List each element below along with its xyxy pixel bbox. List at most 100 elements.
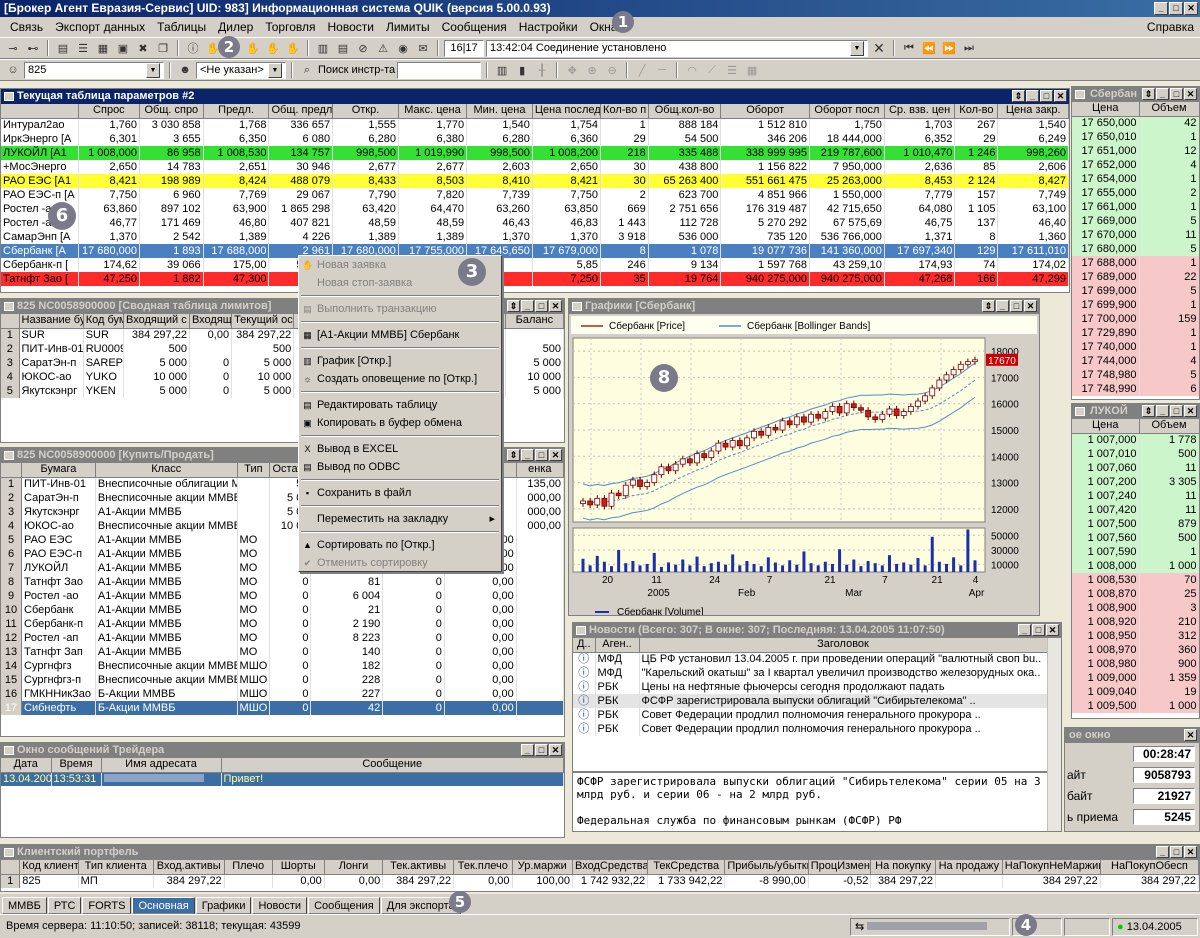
portfolio-col-header[interactable]: Ур.маржи xyxy=(512,860,574,875)
params-row[interactable]: Сбербанк-п [174,6239 066175,0059 2495,85… xyxy=(1,258,1069,272)
params-col-header[interactable]: Ср. взв. цен xyxy=(884,104,956,119)
portfolio-col-header[interactable]: ВходСредства xyxy=(572,860,649,875)
col-time[interactable]: Время xyxy=(51,758,102,773)
menu-tables[interactable]: Таблицы xyxy=(151,20,212,34)
params-col-header[interactable]: Цена закр. xyxy=(997,104,1069,119)
close-icon[interactable]: ✕ xyxy=(1024,300,1037,312)
buysell-row[interactable]: 11 Сбербанк-п А1-Акции ММВБ МО 0 2 190 0 0,00 xyxy=(1,617,564,631)
bid-row[interactable]: 17 650,010 1 xyxy=(1072,130,1199,144)
close-icon[interactable]: ✕ xyxy=(1184,729,1197,741)
close-icon[interactable]: ✕ xyxy=(549,744,562,756)
copy-icon[interactable]: ❐ xyxy=(154,40,172,56)
params-row[interactable]: Ростел -ап 46,77 171 469 46,80 407 821 48,59 4… xyxy=(1,216,1069,230)
context-menu-item[interactable]: ☼ Создать оповещение по [Откр.] xyxy=(299,370,501,388)
limits-col-header[interactable]: Код бум xyxy=(83,314,124,329)
next-icon[interactable]: ⏩ xyxy=(940,40,958,56)
chevron-down-icon[interactable]: ▼ xyxy=(146,62,160,78)
database-icon[interactable]: ◉ xyxy=(394,40,412,56)
portfolio-col-header[interactable]: Вход.активы xyxy=(153,860,225,875)
client-combo[interactable]: <Не указан> ▼ xyxy=(196,61,286,79)
connection-status[interactable]: 13:42:04 Соединение установлено ▼ xyxy=(486,39,868,57)
portfolio-col-header[interactable]: Лонги xyxy=(324,860,384,875)
news-row[interactable]: ⓘ РБК ФСФР зарегистрировала выпуски облига… xyxy=(573,694,1048,708)
params-col-header[interactable]: Мин. цена xyxy=(466,104,533,119)
maximize-icon[interactable]: □ xyxy=(1010,300,1023,312)
tab[interactable]: Новости xyxy=(252,897,308,914)
menu-news[interactable]: Новости xyxy=(322,20,380,34)
ask-row[interactable]: 1 009,040 19 xyxy=(1072,685,1199,699)
maximize-button[interactable]: □ xyxy=(1169,2,1183,15)
bid-row[interactable]: 17 680,000 5 xyxy=(1072,242,1199,256)
hand-stop-icon[interactable]: ✋ xyxy=(264,40,282,56)
news-col-header[interactable]: Д.. xyxy=(573,638,596,653)
maximize-icon[interactable]: □ xyxy=(1170,846,1183,858)
zoom-out-icon[interactable]: ⊖ xyxy=(603,62,621,78)
buysell-col-header[interactable] xyxy=(1,463,23,478)
orders-icon[interactable]: ▣ xyxy=(114,40,132,56)
portfolio-col-header[interactable]: НаПокупНеМаржин xyxy=(1002,860,1101,875)
bid-row[interactable]: 17 655,000 2 xyxy=(1072,186,1199,200)
ask-row[interactable]: 17 748,980 5 xyxy=(1072,368,1199,382)
portfolio-icon[interactable]: ▥ xyxy=(314,40,332,56)
hand-sell-icon[interactable]: ✋ xyxy=(244,40,262,56)
maximize-icon[interactable]: □ xyxy=(1032,624,1045,636)
chevron-down-icon[interactable]: ▼ xyxy=(850,40,864,56)
ask-row[interactable]: 1 008,900 3 xyxy=(1072,601,1199,615)
ask-row[interactable]: 1 008,980 900 xyxy=(1072,657,1199,671)
params-row[interactable]: Ростел -ао 63,860 897 102 63,900 1 865 298 63… xyxy=(1,202,1069,216)
params-row[interactable]: РАО ЕЭС [A1 8,421 198 989 8,424 488 079 8,433… xyxy=(1,174,1069,188)
params-row[interactable]: Интурал2ао 1,760 3 030 858 1,768 336 657 1,55… xyxy=(1,118,1069,132)
col-price[interactable]: Цена xyxy=(1072,419,1140,434)
bid-row[interactable]: 17 654,000 1 xyxy=(1072,172,1199,186)
fan-icon[interactable]: ⟋ xyxy=(703,62,721,78)
portfolio-col-header[interactable]: На покупку xyxy=(870,860,936,875)
context-menu-item[interactable]: ▤ Вывод по ODBC xyxy=(299,458,501,476)
params-col-header[interactable]: Оборот посл xyxy=(809,104,885,119)
params-col-header[interactable]: Макс. цена xyxy=(398,104,468,119)
menu-settings[interactable]: Настройки xyxy=(513,20,584,34)
menu-trading[interactable]: Торговля xyxy=(259,20,321,34)
pin-icon[interactable]: ⇕ xyxy=(982,300,995,312)
ask-row[interactable]: 1 009,000 1 359 xyxy=(1072,671,1199,685)
context-menu-item[interactable]: Переместить на закладку ▸ xyxy=(299,510,501,528)
mail-icon[interactable]: ✉ xyxy=(414,40,432,56)
close-icon[interactable]: ✕ xyxy=(1184,846,1197,858)
minimize-icon[interactable]: _ xyxy=(1156,405,1169,417)
menu-messages[interactable]: Сообщения xyxy=(436,20,513,34)
chevron-down-icon[interactable]: ▼ xyxy=(268,62,282,78)
info-icon[interactable]: ⓘ xyxy=(184,40,202,56)
portfolio-col-header[interactable]: Тип клиента xyxy=(78,860,154,875)
excel-icon[interactable]: ✖ xyxy=(134,40,152,56)
ask-row[interactable]: 1 008,530 70 xyxy=(1072,573,1199,587)
menu-export[interactable]: Экспорт данных xyxy=(49,20,151,34)
portfolio-col-header[interactable]: НаПокупОбесп xyxy=(1100,860,1199,875)
stop-icon[interactable]: ⊘ xyxy=(354,40,372,56)
bid-row[interactable]: 17 661,000 1 xyxy=(1072,200,1199,214)
buysell-col-header[interactable]: Бумага xyxy=(21,463,96,478)
context-menu-item[interactable]: ▦ [А1-Акции ММВБ] Сбербанк xyxy=(299,326,501,344)
news-col-header[interactable]: Аген.. xyxy=(595,638,640,653)
buysell-row[interactable]: 17 Сибнефть Б-Акции ММВБ МШО 0 42 0 0,00 xyxy=(1,701,564,715)
news-col-header[interactable]: Заголовок xyxy=(639,638,1048,653)
portfolio-col-header[interactable]: На продажу xyxy=(935,860,1003,875)
news-row[interactable]: ⓘ МФД "Карельский окатыш" за I квартал уве… xyxy=(573,666,1048,680)
context-menu-item[interactable]: ✔ Отменить сортировку xyxy=(299,554,501,572)
portfolio-col-header[interactable]: Код клиента xyxy=(19,860,79,875)
close-button[interactable]: ✕ xyxy=(1184,2,1198,15)
ask-row[interactable]: 17 748,990 6 xyxy=(1072,382,1199,396)
context-menu-item[interactable]: ▲ Сортировать по [Откр.] xyxy=(299,536,501,554)
bid-row[interactable]: 1 007,500 879 xyxy=(1072,517,1199,531)
bid-row[interactable]: 17 652,000 4 xyxy=(1072,158,1199,172)
ask-row[interactable]: 1 008,970 360 xyxy=(1072,643,1199,657)
minimize-icon[interactable]: _ xyxy=(521,300,534,312)
portfolio-col-header[interactable]: Прибыль/убытки xyxy=(724,860,809,875)
move-icon[interactable]: ✥ xyxy=(563,62,581,78)
minimize-icon[interactable]: _ xyxy=(521,744,534,756)
ask-row[interactable]: 1 008,950 312 xyxy=(1072,629,1199,643)
minimize-icon[interactable]: _ xyxy=(1018,624,1031,636)
ask-row[interactable]: 17 699,000 5 xyxy=(1072,284,1199,298)
disconnect-icon[interactable]: ⊷ xyxy=(24,40,42,56)
maximize-icon[interactable]: □ xyxy=(535,300,548,312)
ask-row[interactable]: 17 744,000 4 xyxy=(1072,354,1199,368)
bid-row[interactable]: 1 007,590 1 xyxy=(1072,545,1199,559)
